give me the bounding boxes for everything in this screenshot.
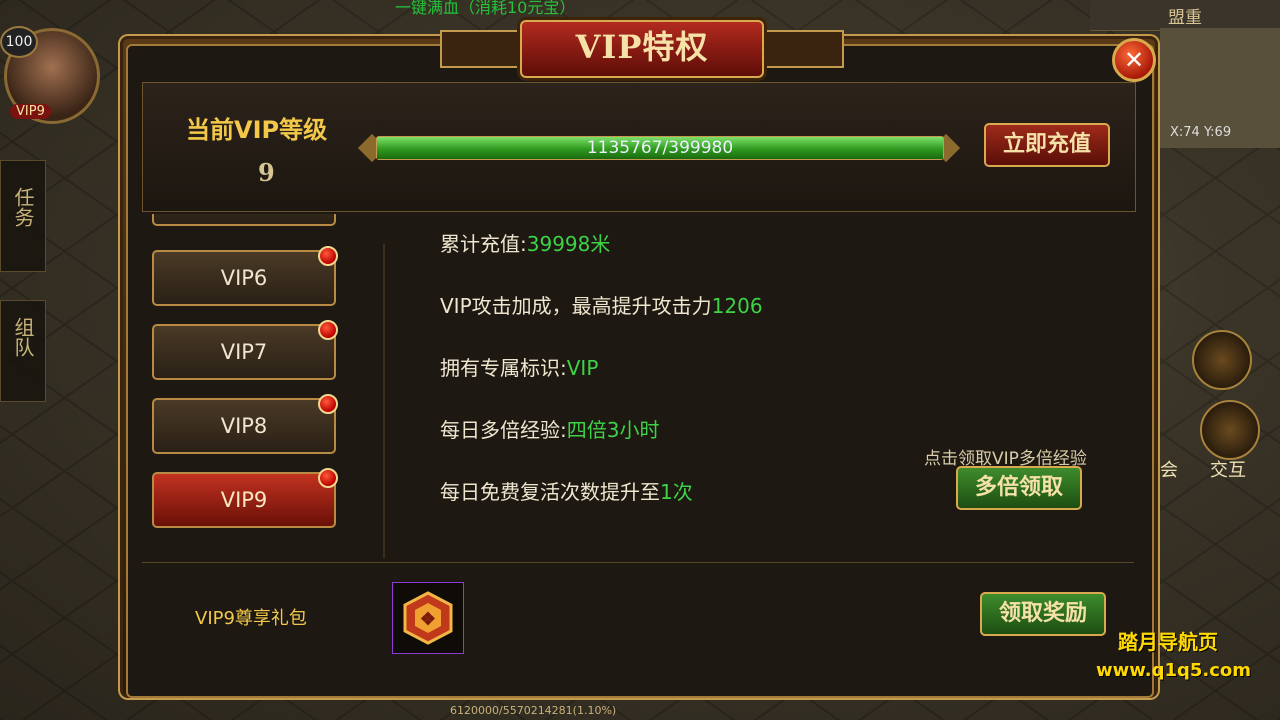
- vip-list-item[interactable]: VIP7: [152, 320, 338, 380]
- map-name: 盟重: [1090, 0, 1280, 31]
- title-wing-right: [760, 30, 844, 68]
- notification-dot-icon: [318, 320, 338, 340]
- close-icon[interactable]: ✕: [1112, 38, 1156, 82]
- benefit-row: VIP攻击加成，最高提升攻击力1206: [440, 294, 763, 318]
- vip-list-item-selected[interactable]: VIP9: [152, 468, 338, 528]
- progress-track: 1135767/399980: [376, 136, 944, 160]
- notification-dot-icon: [318, 394, 338, 414]
- player-level-badge: 100: [0, 26, 38, 58]
- benefit-row: 每日多倍经验:四倍3小时: [440, 418, 660, 442]
- svg-text:❖: ❖: [420, 609, 436, 630]
- vip-list-item-partial[interactable]: [152, 214, 336, 226]
- guild-label: 会: [1160, 460, 1178, 481]
- title-wing-left: [440, 30, 524, 68]
- column-divider: [383, 244, 385, 558]
- side-tab-team[interactable]: 组队: [0, 300, 46, 402]
- notification-dot-icon: [318, 246, 338, 266]
- side-tab-tasks[interactable]: 任务: [0, 160, 46, 272]
- row-divider: [142, 562, 1134, 563]
- current-vip-value: 9: [258, 158, 275, 187]
- gift-pack-icon[interactable]: ❖: [392, 582, 464, 654]
- menu-diamond-icon[interactable]: [1192, 330, 1252, 390]
- claim-multi-exp-button[interactable]: 多倍领取: [956, 466, 1082, 510]
- vip-list-item[interactable]: VIP6: [152, 246, 338, 306]
- recharge-button[interactable]: 立即充值: [984, 123, 1110, 167]
- reward-pack-label: VIP9尊享礼包: [195, 608, 307, 629]
- exp-readout: 6120000/5570214281(1.10%): [450, 704, 617, 717]
- progress-text: 1135767/399980: [586, 138, 734, 158]
- benefit-row: 累计充值:39998米: [440, 232, 611, 256]
- top-action-text: 一键满血（消耗10元宝）: [395, 0, 576, 17]
- vip-level-list[interactable]: VIP6 VIP7 VIP8 VIP9: [142, 214, 382, 560]
- notification-dot-icon: [318, 468, 338, 488]
- vip-progress-bar: 1135767/399980: [356, 132, 962, 163]
- interact-fist-icon[interactable]: [1200, 400, 1260, 460]
- benefit-row: 拥有专属标识:VIP: [440, 356, 599, 380]
- watermark-url: www.q1q5.com: [1096, 660, 1252, 681]
- vip-list-item[interactable]: VIP8: [152, 394, 338, 454]
- current-vip-label: 当前VIP等级: [186, 116, 328, 144]
- benefit-row: 每日免费复活次数提升至1次: [440, 480, 693, 504]
- interact-label: 交互: [1210, 460, 1246, 481]
- minimap-coords: X:74 Y:69: [1170, 125, 1232, 140]
- claim-reward-button[interactable]: 领取奖励: [980, 592, 1106, 636]
- player-vip-badge: VIP9: [10, 104, 51, 119]
- dialog-title: VIP特权: [575, 28, 709, 66]
- watermark-title: 踏月导航页: [1118, 630, 1218, 654]
- minimap[interactable]: X:74 Y:69: [1160, 28, 1280, 148]
- dialog-title-plate: VIP特权: [520, 20, 764, 78]
